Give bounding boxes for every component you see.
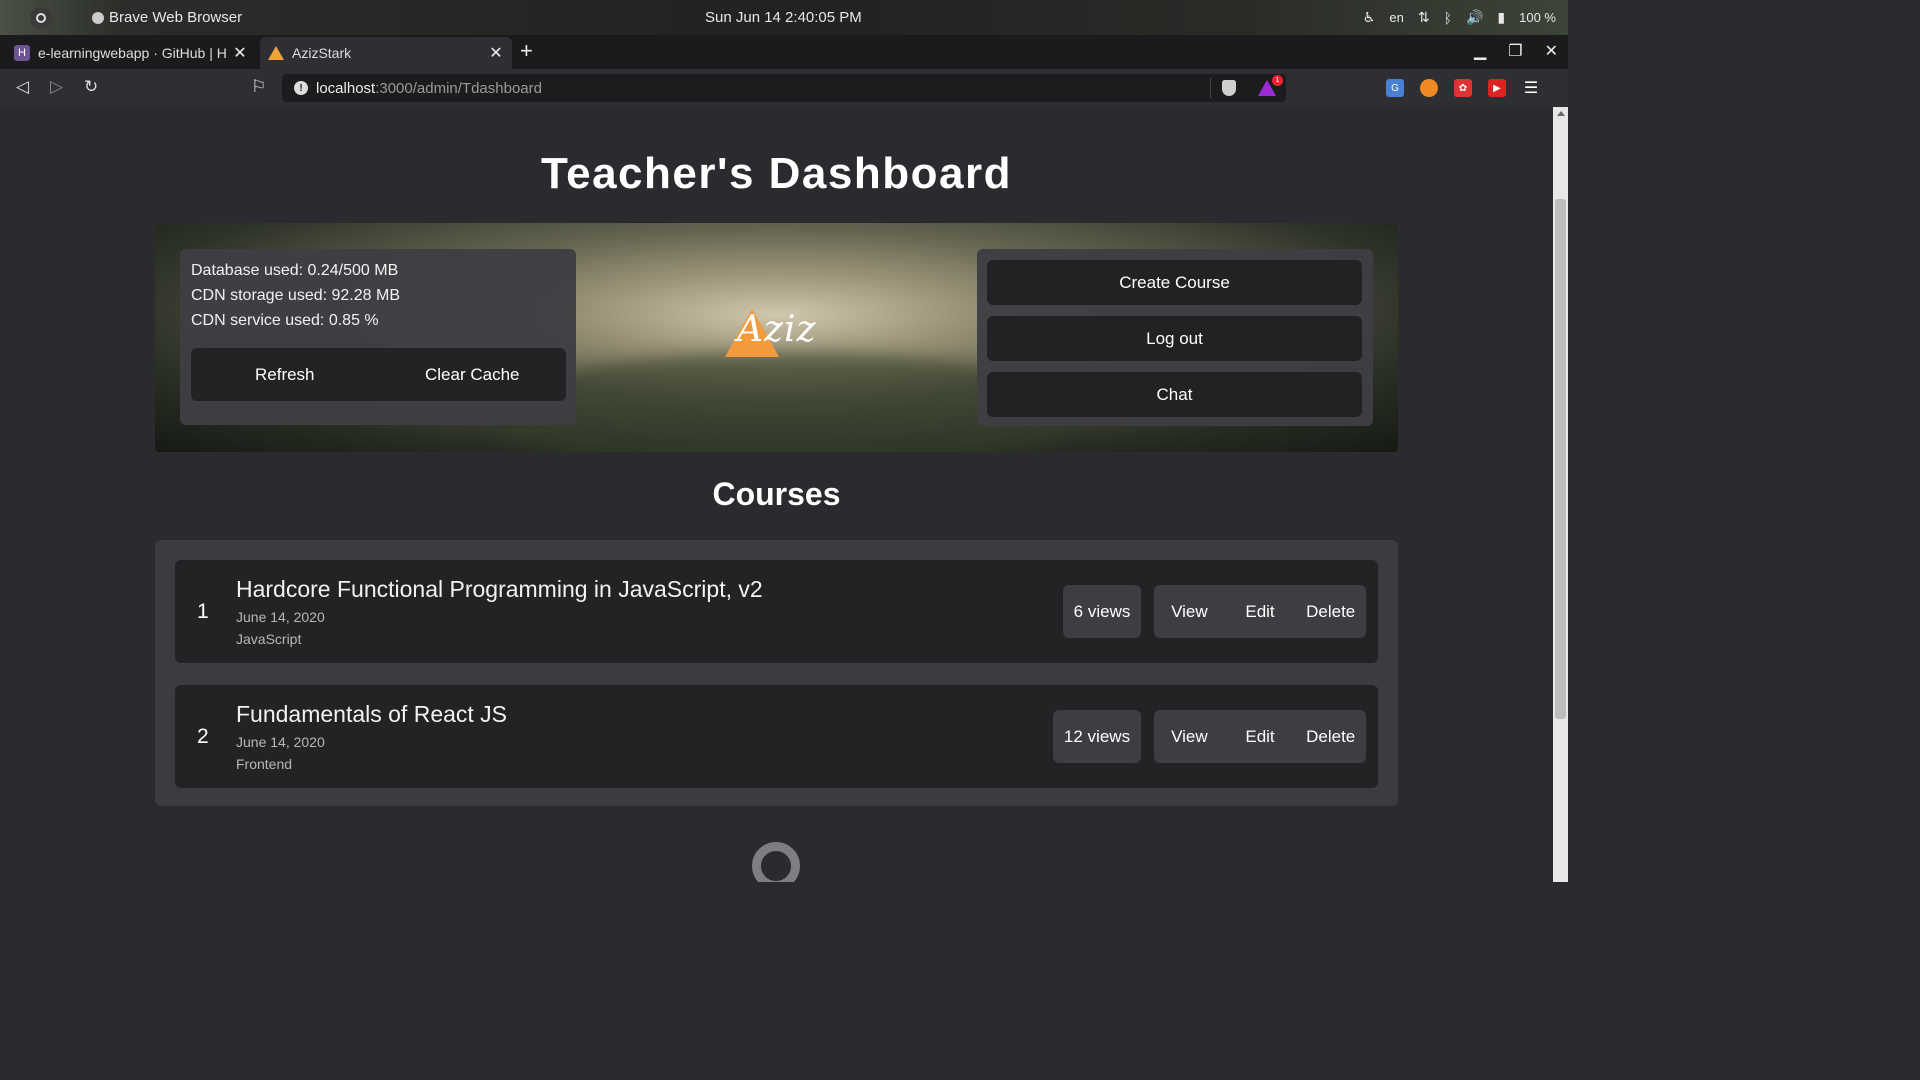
logo-text: Aziz: [737, 309, 817, 350]
circle-icon: [36, 13, 46, 23]
volume-icon[interactable]: 🔊: [1466, 9, 1483, 26]
close-tab-icon[interactable]: ✕: [486, 43, 506, 63]
view-course-button[interactable]: View: [1154, 602, 1225, 622]
navigation-bar: ◁ ▷ ↻ ⚐ ! localhost:3000/admin/Tdashboar…: [0, 69, 1568, 107]
window-controls: ▁ ❐ ✕: [1474, 41, 1558, 61]
courses-heading: Courses: [712, 476, 841, 512]
course-action-group: View Edit Delete: [1154, 585, 1366, 638]
course-date: June 14, 2020: [236, 609, 325, 625]
tab-title: e-learningwebapp · GitHub | H: [38, 45, 227, 61]
edit-course-button[interactable]: Edit: [1225, 727, 1296, 747]
new-tab-icon[interactable]: +: [520, 38, 533, 64]
menu-icon[interactable]: ☰: [1522, 79, 1540, 97]
course-title: Fundamentals of React JS: [236, 701, 508, 727]
loading-spinner-icon: [752, 842, 800, 882]
site-info-icon[interactable]: !: [294, 81, 308, 95]
activities-button[interactable]: [30, 7, 52, 29]
back-icon[interactable]: ◁: [16, 77, 29, 97]
extension-icon[interactable]: ▶: [1488, 79, 1506, 97]
divider: [1210, 78, 1211, 98]
course-title: Hardcore Functional Programming in JavaS…: [236, 576, 763, 602]
aziz-logo: Aziz: [725, 307, 835, 363]
scrollbar-thumb[interactable]: [1555, 199, 1566, 719]
cdn-storage-usage: CDN storage used: 92.28 MB: [191, 287, 400, 304]
view-course-button[interactable]: View: [1154, 727, 1225, 747]
minimize-icon[interactable]: ▁: [1474, 41, 1486, 61]
tab-azizstark[interactable]: AzizStark ✕: [260, 37, 512, 69]
chat-button[interactable]: Chat: [987, 372, 1362, 417]
course-row: 1 Hardcore Functional Programming in Jav…: [175, 560, 1378, 663]
close-window-icon[interactable]: ✕: [1545, 41, 1558, 61]
app-name: Brave Web Browser: [109, 9, 243, 26]
course-date: June 14, 2020: [236, 734, 325, 750]
course-category: JavaScript: [236, 631, 302, 647]
usage-stats-panel: Database used: 0.24/500 MB CDN storage u…: [180, 249, 576, 425]
delete-course-button[interactable]: Delete: [1295, 602, 1366, 622]
network-icon[interactable]: ⇅: [1418, 9, 1430, 26]
accessibility-icon[interactable]: ♿: [1363, 9, 1376, 26]
rewards-badge: 1: [1272, 75, 1283, 86]
views-badge: 6 views: [1063, 585, 1141, 638]
bluetooth-icon[interactable]: ᛒ: [1444, 10, 1452, 26]
page-scrollbar[interactable]: [1553, 107, 1568, 882]
address-bar[interactable]: ! localhost:3000/admin/Tdashboard 1: [282, 74, 1286, 102]
clock[interactable]: Sun Jun 14 2:40:05 PM: [705, 9, 862, 26]
battery-icon[interactable]: ▮: [1497, 9, 1505, 26]
scroll-up-icon[interactable]: [1557, 111, 1565, 116]
edit-course-button[interactable]: Edit: [1225, 602, 1296, 622]
create-course-button[interactable]: Create Course: [987, 260, 1362, 305]
page: Teacher's Dashboard Database used: 0.24/…: [0, 107, 1553, 882]
extensions: G ✿ ▶ ☰: [1386, 79, 1540, 97]
course-list: 1 Hardcore Functional Programming in Jav…: [155, 540, 1398, 806]
course-row: 2 Fundamentals of React JS June 14, 2020…: [175, 685, 1378, 788]
course-index: 2: [197, 725, 209, 748]
stats-button-group: Refresh Clear Cache: [191, 348, 566, 401]
views-badge: 12 views: [1053, 710, 1141, 763]
language-indicator[interactable]: en: [1389, 10, 1403, 25]
github-favicon-icon: H: [14, 45, 30, 61]
maximize-icon[interactable]: ❐: [1508, 41, 1522, 61]
database-usage: Database used: 0.24/500 MB: [191, 262, 399, 279]
tab-title: AzizStark: [292, 45, 352, 61]
actions-panel: Create Course Log out Chat: [977, 249, 1373, 426]
extension-icon[interactable]: [1420, 79, 1438, 97]
course-action-group: View Edit Delete: [1154, 710, 1366, 763]
bookmark-icon[interactable]: ⚐: [251, 77, 266, 97]
cdn-service-usage: CDN service used: 0.85 %: [191, 312, 379, 329]
refresh-button[interactable]: Refresh: [191, 348, 379, 401]
extension-icon[interactable]: ✿: [1454, 79, 1472, 97]
clear-cache-button[interactable]: Clear Cache: [379, 348, 567, 401]
course-category: Frontend: [236, 756, 293, 772]
app-icon: [92, 11, 104, 24]
close-tab-icon[interactable]: ✕: [230, 43, 250, 63]
translate-extension-icon[interactable]: G: [1386, 79, 1404, 97]
aziz-favicon-icon: [268, 46, 284, 60]
tab-bar: H e-learningwebapp · GitHub | H ✕ AzizSt…: [0, 35, 1568, 69]
delete-course-button[interactable]: Delete: [1295, 727, 1366, 747]
tab-github[interactable]: H e-learningwebapp · GitHub | H ✕: [6, 37, 256, 69]
forward-icon[interactable]: ▷: [50, 77, 63, 97]
reload-icon[interactable]: ↻: [84, 77, 98, 97]
system-tray[interactable]: ♿ en ⇅ ᛒ 🔊 ▮ 100 %: [1363, 9, 1556, 26]
url-host: localhost: [316, 79, 376, 97]
battery-level: 100 %: [1519, 10, 1556, 25]
dashboard-banner: Database used: 0.24/500 MB CDN storage u…: [155, 223, 1398, 452]
brave-shields-icon[interactable]: [1222, 80, 1236, 96]
app-menu[interactable]: Brave Web Browser: [92, 9, 242, 26]
url-path: :3000/admin/Tdashboard: [375, 79, 542, 97]
page-title: Teacher's Dashboard: [541, 149, 1012, 198]
course-index: 1: [197, 600, 209, 623]
logout-button[interactable]: Log out: [987, 316, 1362, 361]
system-top-bar: Brave Web Browser Sun Jun 14 2:40:05 PM …: [0, 0, 1568, 35]
